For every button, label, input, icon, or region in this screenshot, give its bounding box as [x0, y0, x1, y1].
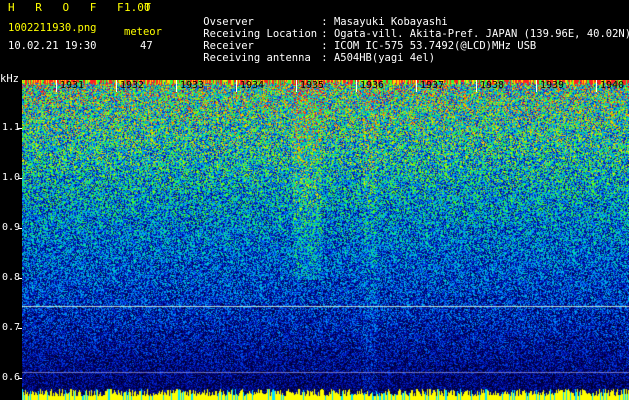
x-tick-label: 1935: [300, 80, 325, 91]
y-tick-mark: [18, 128, 22, 129]
x-tick-label: 1934: [240, 80, 265, 91]
meteor-count: 47: [140, 40, 153, 52]
y-tick-mark: [18, 278, 22, 279]
x-tick-label: 1937: [420, 80, 445, 91]
x-tick-mark: [476, 80, 477, 92]
info-separator: :: [321, 52, 334, 64]
x-tick-mark: [536, 80, 537, 92]
app-version: 1.00: [124, 1, 151, 14]
spectrogram-canvas[interactable]: [22, 80, 629, 400]
info-value: A504HB(yagi 4el): [333, 52, 436, 64]
y-tick-mark: [18, 328, 22, 329]
x-tick-mark: [176, 80, 177, 92]
y-tick-mark: [18, 178, 22, 179]
x-tick-mark: [356, 80, 357, 92]
meteor-label: meteor: [124, 26, 162, 38]
y-tick-mark: [18, 378, 22, 379]
x-tick-label: 1938: [480, 80, 505, 91]
x-tick-mark: [416, 80, 417, 92]
file-name: 1002211930.png: [8, 22, 97, 34]
x-tick-label: 1936: [360, 80, 385, 91]
info-key: Receiving antenna: [203, 52, 311, 64]
x-tick-mark: [236, 80, 237, 92]
y-tick-mark: [18, 228, 22, 229]
x-tick-mark: [116, 80, 117, 92]
x-tick-label: 1939: [540, 80, 565, 91]
x-tick-label: 1933: [180, 80, 205, 91]
header-panel: H R O F F T 1.00 1002211930.png meteor 1…: [0, 0, 629, 80]
x-tick-label: 1931: [60, 80, 85, 91]
y-axis-unit: kHz: [0, 73, 19, 85]
datetime: 10.02.21 19:30: [8, 40, 97, 52]
x-tick-label: 1932: [120, 80, 145, 91]
x-tick-mark: [56, 80, 57, 92]
x-tick-label: 1940: [600, 80, 625, 91]
info-row-antenna: Receiving antenna: A504HB(yagi 4el): [178, 40, 435, 76]
x-tick-mark: [596, 80, 597, 92]
x-tick-mark: [296, 80, 297, 92]
